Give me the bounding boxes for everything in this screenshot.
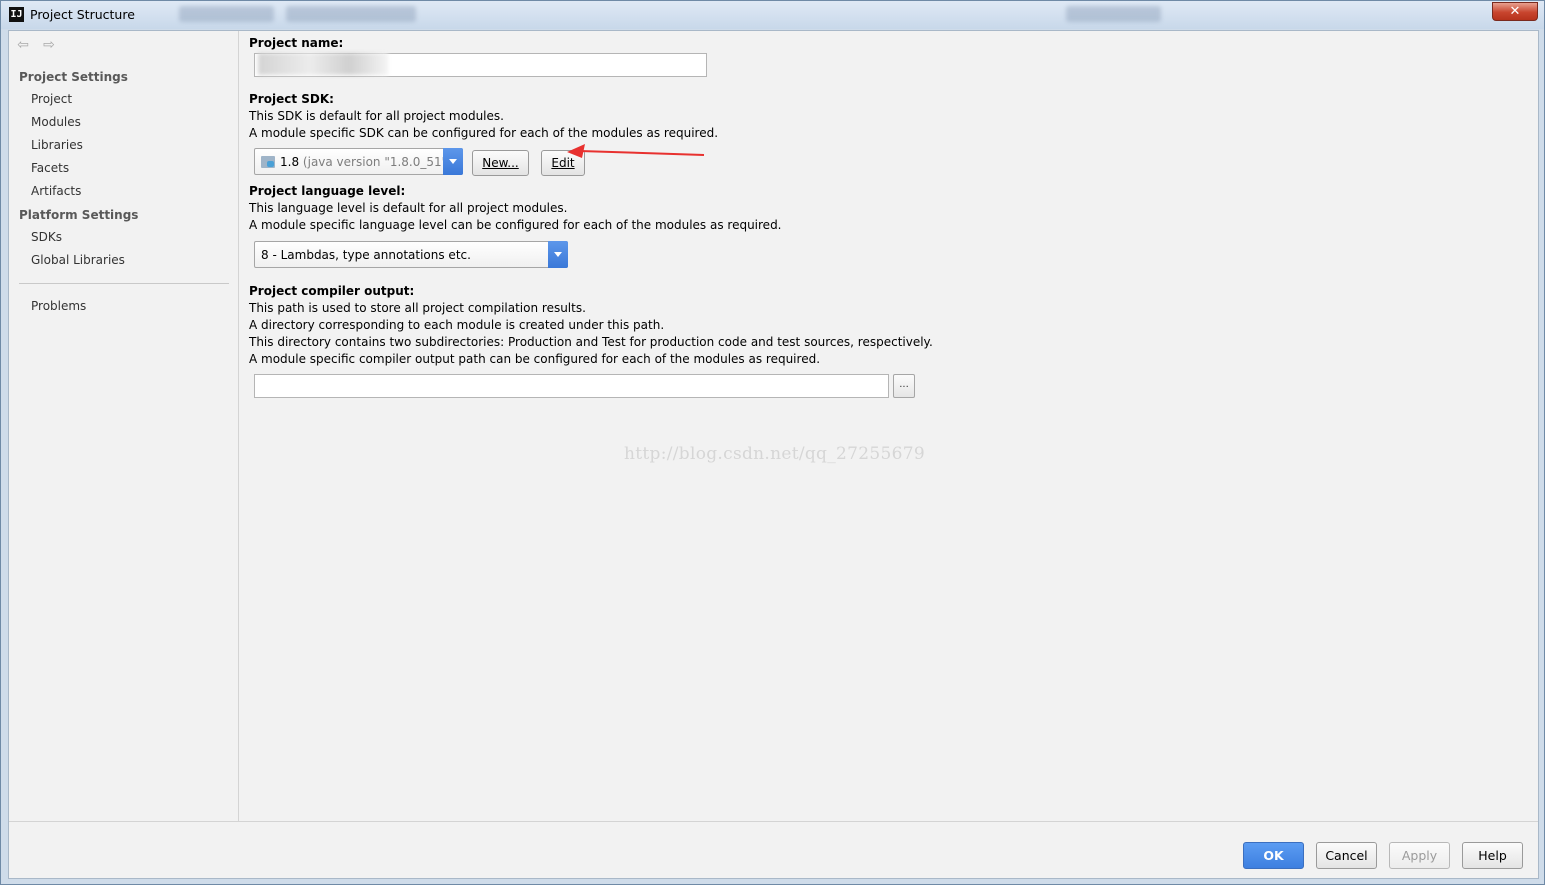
project-sdk-desc-2: A module specific SDK can be configured … xyxy=(249,126,719,140)
compiler-output-input[interactable] xyxy=(254,374,889,398)
blurred-title-area xyxy=(1066,6,1161,22)
close-window-button[interactable]: ✕ xyxy=(1492,2,1538,21)
sidebar-divider xyxy=(19,283,229,284)
new-sdk-button[interactable]: New... xyxy=(472,150,529,176)
sidebar-item-project[interactable]: Project xyxy=(31,92,72,106)
annotation-arrow-shaft xyxy=(579,150,705,156)
sidebar-item-problems[interactable]: Problems xyxy=(31,299,86,313)
watermark: http://blog.csdn.net/qq_27255679 xyxy=(624,444,925,464)
language-level-desc-1: This language level is default for all p… xyxy=(249,201,568,215)
cancel-button[interactable]: Cancel xyxy=(1316,842,1377,869)
blurred-project-name xyxy=(258,53,388,75)
language-level-desc-2: A module specific language level can be … xyxy=(249,218,782,232)
sidebar-item-global-libraries[interactable]: Global Libraries xyxy=(31,253,125,267)
sidebar: ⇦ ⇨ Project Settings Project Modules Lib… xyxy=(9,31,239,821)
compiler-output-desc-3: This directory contains two subdirectori… xyxy=(249,335,933,349)
compiler-output-desc-4: A module specific compiler output path c… xyxy=(249,352,821,366)
language-level-dropdown[interactable]: 8 - Lambdas, type annotations etc. xyxy=(254,241,568,268)
compiler-output-desc-2: A directory corresponding to each module… xyxy=(249,318,665,332)
sdk-dropdown-value: 1.8 (java version "1.8.0_51") xyxy=(280,155,452,169)
project-sdk-desc-1: This SDK is default for all project modu… xyxy=(249,109,504,123)
dialog-footer: OK Cancel Apply Help xyxy=(9,821,1538,878)
project-sdk-label: Project SDK: xyxy=(249,92,334,106)
title-bar[interactable]: IJ Project Structure ✕ xyxy=(1,1,1544,29)
chevron-down-icon[interactable] xyxy=(548,241,568,268)
compiler-output-label: Project compiler output: xyxy=(249,284,415,298)
sidebar-item-libraries[interactable]: Libraries xyxy=(31,138,83,152)
blurred-taskbar-area xyxy=(179,6,274,22)
blurred-tab-area xyxy=(286,6,416,22)
sdk-version-detail: (java version "1.8.0_51") xyxy=(302,155,452,169)
language-level-label: Project language level: xyxy=(249,184,406,198)
forward-arrow-icon[interactable]: ⇨ xyxy=(41,37,57,53)
sdk-folder-icon xyxy=(261,156,275,168)
edit-sdk-button[interactable]: Edit xyxy=(541,150,585,176)
project-settings-panel: Project name: Project SDK: This SDK is d… xyxy=(240,31,1538,821)
project-name-label: Project name: xyxy=(249,36,344,50)
sidebar-item-modules[interactable]: Modules xyxy=(31,115,81,129)
ok-button[interactable]: OK xyxy=(1243,842,1304,869)
intellij-icon: IJ xyxy=(9,7,24,22)
project-structure-window: IJ Project Structure ✕ ⇦ ⇨ Project Setti… xyxy=(0,0,1545,885)
compiler-output-desc-1: This path is used to store all project c… xyxy=(249,301,586,315)
sidebar-item-sdks[interactable]: SDKs xyxy=(31,230,62,244)
section-project-settings: Project Settings xyxy=(19,70,128,84)
new-sdk-button-label: New... xyxy=(482,156,519,170)
browse-folder-button[interactable]: ... xyxy=(893,374,915,398)
window-title: Project Structure xyxy=(30,7,135,22)
section-platform-settings: Platform Settings xyxy=(19,208,139,222)
sidebar-item-artifacts[interactable]: Artifacts xyxy=(31,184,81,198)
project-sdk-dropdown[interactable]: 1.8 (java version "1.8.0_51") xyxy=(254,148,463,175)
dialog-body: ⇦ ⇨ Project Settings Project Modules Lib… xyxy=(8,30,1539,879)
language-level-value: 8 - Lambdas, type annotations etc. xyxy=(261,248,471,262)
chevron-down-icon[interactable] xyxy=(443,148,463,175)
sdk-version: 1.8 xyxy=(280,155,300,169)
apply-button[interactable]: Apply xyxy=(1389,842,1450,869)
sidebar-item-facets[interactable]: Facets xyxy=(31,161,69,175)
edit-sdk-button-label: Edit xyxy=(551,156,575,170)
help-button[interactable]: Help xyxy=(1462,842,1523,869)
back-arrow-icon[interactable]: ⇦ xyxy=(15,37,31,53)
